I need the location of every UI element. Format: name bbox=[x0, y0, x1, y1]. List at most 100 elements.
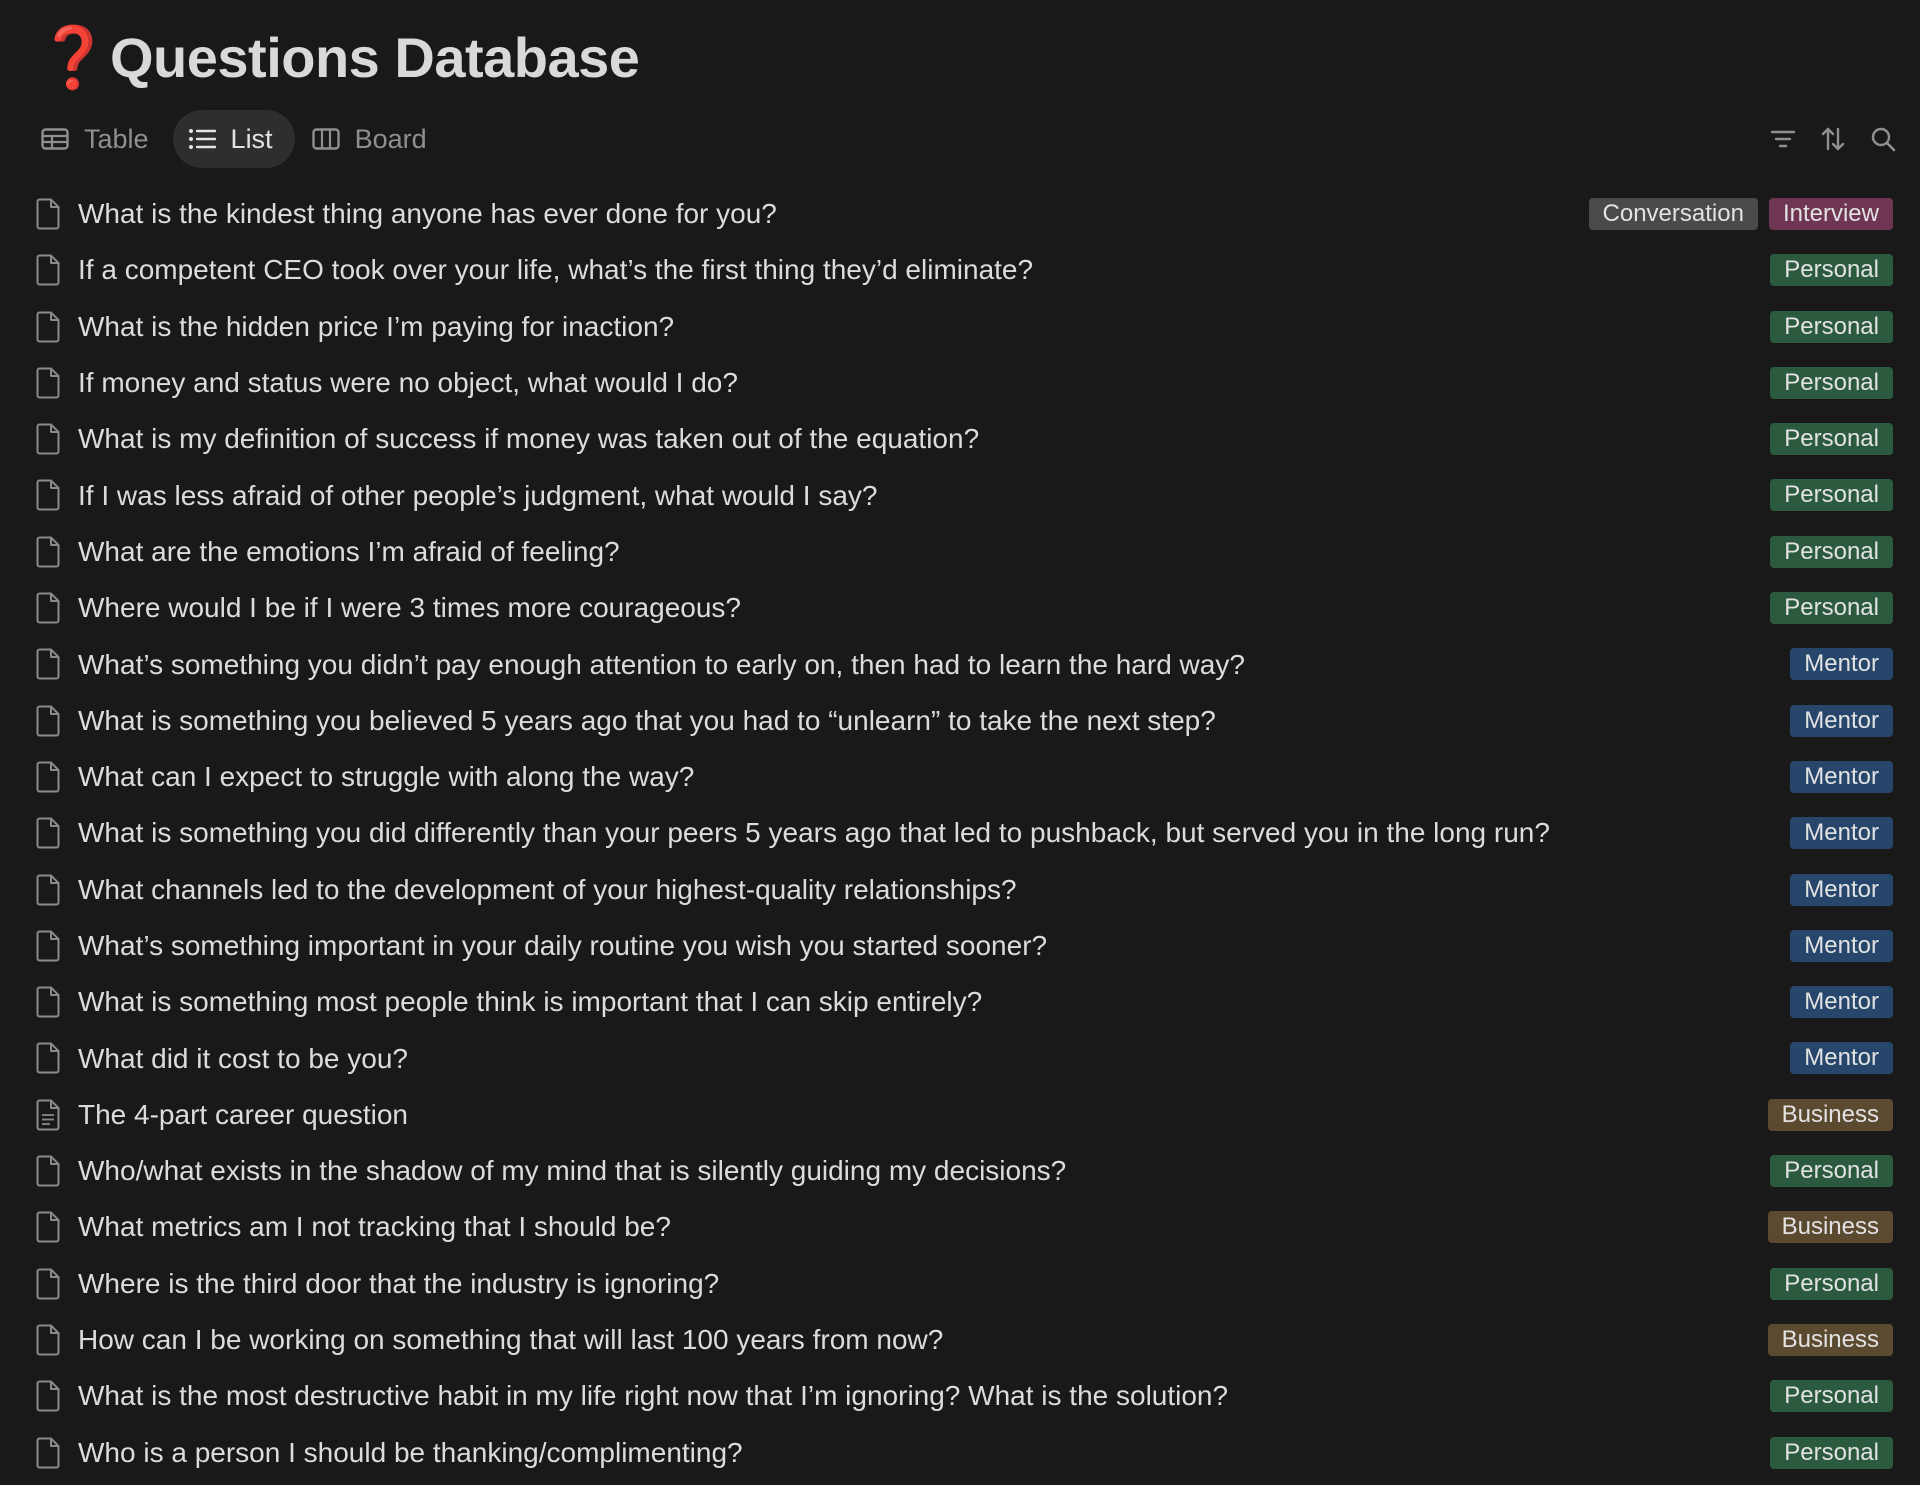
question-title: What is something you believed 5 years a… bbox=[78, 704, 1216, 736]
filter-icon[interactable] bbox=[1768, 124, 1798, 154]
question-title: What is my definition of success if mone… bbox=[78, 423, 980, 455]
tag-group: Conversation Interview bbox=[1588, 198, 1893, 230]
list-icon bbox=[187, 124, 217, 154]
tag-mentor: Mentor bbox=[1790, 648, 1893, 681]
list-item[interactable]: What are the emotions I’m afraid of feel… bbox=[0, 524, 1920, 580]
tag-group: Personal bbox=[1770, 366, 1893, 399]
tag-group: Mentor bbox=[1790, 648, 1893, 681]
tab-board[interactable]: Board bbox=[297, 110, 449, 168]
tag-group: Personal bbox=[1770, 310, 1893, 343]
question-title: What channels led to the development of … bbox=[78, 873, 1017, 905]
tab-list[interactable]: List bbox=[172, 110, 295, 168]
question-title: What can I expect to struggle with along… bbox=[78, 761, 695, 793]
tag-personal: Personal bbox=[1770, 310, 1893, 343]
tag-group: Personal bbox=[1770, 1155, 1893, 1188]
list-item[interactable]: If a competent CEO took over your life, … bbox=[0, 242, 1920, 298]
tag-mentor: Mentor bbox=[1790, 1042, 1893, 1075]
tag-personal: Personal bbox=[1770, 479, 1893, 512]
tag-personal: Personal bbox=[1770, 366, 1893, 399]
tag-personal: Personal bbox=[1770, 254, 1893, 287]
tag-personal: Personal bbox=[1770, 1380, 1893, 1413]
list-item[interactable]: What metrics am I not tracking that I sh… bbox=[0, 1199, 1920, 1255]
list-item[interactable]: What is the hidden price I’m paying for … bbox=[0, 299, 1920, 355]
list-item[interactable]: What is the most destructive habit in my… bbox=[0, 1368, 1920, 1424]
question-title: Where would I be if I were 3 times more … bbox=[78, 592, 741, 624]
list-item[interactable]: What’s something you didn’t pay enough a… bbox=[0, 636, 1920, 692]
tag-group: Personal bbox=[1770, 423, 1893, 456]
list-item[interactable]: The 4-part career question Business bbox=[0, 1087, 1920, 1143]
page-text-icon bbox=[35, 1099, 61, 1131]
question-title: What’s something important in your daily… bbox=[78, 930, 1048, 961]
list-item[interactable]: What is something you believed 5 years a… bbox=[0, 693, 1920, 749]
list-item[interactable]: If money and status were no object, what… bbox=[0, 355, 1920, 411]
tag-personal: Personal bbox=[1770, 592, 1893, 625]
page-icon bbox=[35, 817, 61, 849]
page-icon bbox=[35, 1324, 61, 1356]
list-item[interactable]: Who/what exists in the shadow of my mind… bbox=[0, 1143, 1920, 1199]
question-title: If a competent CEO took over your life, … bbox=[78, 254, 1034, 286]
list-item[interactable]: What channels led to the development of … bbox=[0, 862, 1920, 918]
tag-group: Mentor bbox=[1790, 929, 1893, 962]
page-title[interactable]: Questions Database bbox=[110, 22, 640, 94]
tag-group: Personal bbox=[1770, 1267, 1893, 1300]
tag-personal: Personal bbox=[1770, 1155, 1893, 1188]
list-item[interactable]: Where is the third door that the industr… bbox=[0, 1256, 1920, 1312]
question-title: Where is the third door that the industr… bbox=[78, 1267, 720, 1299]
list-item[interactable]: What is something most people think is i… bbox=[0, 974, 1920, 1030]
page-icon bbox=[35, 311, 61, 343]
search-icon[interactable] bbox=[1868, 124, 1898, 154]
tag-group: Personal bbox=[1770, 1436, 1893, 1469]
list-item[interactable]: What is the kindest thing anyone has eve… bbox=[0, 186, 1920, 242]
tag-mentor: Mentor bbox=[1790, 704, 1893, 737]
question-title: What metrics am I not tracking that I sh… bbox=[78, 1211, 671, 1243]
toolbar bbox=[1768, 124, 1898, 154]
page-icon bbox=[35, 1211, 61, 1243]
tab-board-label: Board bbox=[354, 123, 427, 154]
list-item[interactable]: How can I be working on something that w… bbox=[0, 1312, 1920, 1368]
question-title: The 4-part career question bbox=[78, 1098, 408, 1130]
tag-group: Personal bbox=[1770, 592, 1893, 625]
tag-group: Mentor bbox=[1790, 704, 1893, 737]
list-item[interactable]: What did it cost to be you? Mentor bbox=[0, 1030, 1920, 1086]
question-title: What is something most people think is i… bbox=[78, 986, 983, 1018]
page-icon bbox=[35, 367, 61, 399]
question-title: What’s something you didn’t pay enough a… bbox=[78, 648, 1245, 680]
list-item[interactable]: What can I expect to struggle with along… bbox=[0, 749, 1920, 805]
tab-table[interactable]: Table bbox=[26, 110, 171, 168]
page-icon bbox=[35, 1380, 61, 1412]
list-item[interactable]: What’s something important in your daily… bbox=[0, 918, 1920, 974]
tab-list-label: List bbox=[230, 123, 273, 154]
page-icon bbox=[35, 648, 61, 680]
tag-group: Business bbox=[1767, 1211, 1893, 1244]
tag-group: Business bbox=[1767, 1323, 1893, 1356]
list-item[interactable]: What is something you did differently th… bbox=[0, 805, 1920, 861]
tag-group: Personal bbox=[1770, 535, 1893, 568]
list-item[interactable]: Who is a person I should be thanking/com… bbox=[0, 1425, 1920, 1481]
tag-business: Business bbox=[1767, 1211, 1893, 1244]
tag-group: Mentor bbox=[1790, 817, 1893, 850]
tag-group: Personal bbox=[1770, 1380, 1893, 1413]
page-icon bbox=[35, 761, 61, 793]
question-title: If I was less afraid of other people’s j… bbox=[78, 479, 878, 511]
list-item[interactable]: If I was less afraid of other people’s j… bbox=[0, 467, 1920, 523]
page-icon bbox=[35, 930, 61, 962]
list-item[interactable]: What is my definition of success if mone… bbox=[0, 411, 1920, 467]
page-icon bbox=[35, 536, 61, 568]
sort-icon[interactable] bbox=[1818, 124, 1848, 154]
page-icon bbox=[35, 198, 61, 230]
tag-group: Mentor bbox=[1790, 873, 1893, 906]
tag-mentor: Mentor bbox=[1790, 817, 1893, 850]
tag-mentor: Mentor bbox=[1790, 986, 1893, 1019]
page-icon bbox=[35, 874, 61, 906]
question-title: Who/what exists in the shadow of my mind… bbox=[78, 1155, 1067, 1187]
question-title: If money and status were no object, what… bbox=[78, 367, 738, 399]
question-title: What is the kindest thing anyone has eve… bbox=[78, 198, 777, 230]
tag-mentor: Mentor bbox=[1790, 873, 1893, 906]
tag-business: Business bbox=[1767, 1323, 1893, 1356]
list-item[interactable]: Where would I be if I were 3 times more … bbox=[0, 580, 1920, 636]
question-title: What is the hidden price I’m paying for … bbox=[78, 310, 675, 342]
page-icon bbox=[35, 986, 61, 1018]
page-emoji-icon[interactable]: ❓ bbox=[36, 22, 111, 94]
tag-group: Personal bbox=[1770, 254, 1893, 287]
tag-personal: Personal bbox=[1770, 423, 1893, 456]
